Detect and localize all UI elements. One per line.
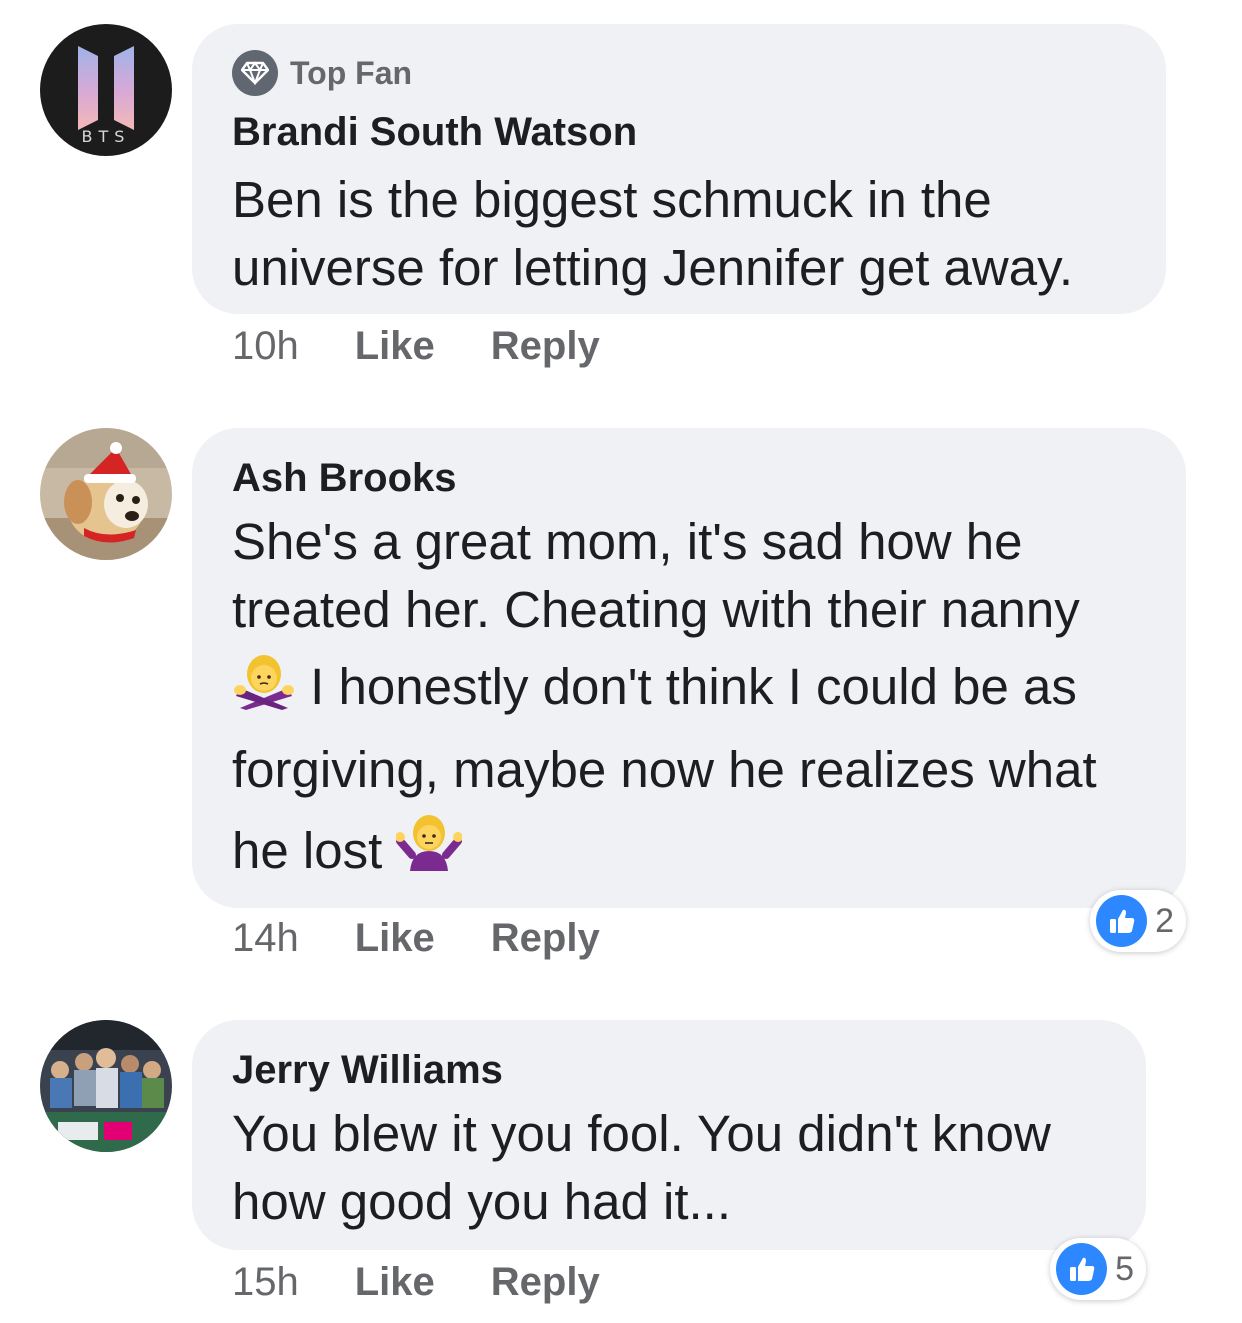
- comment-text: You blew it you fool. You didn't know ho…: [232, 1100, 1051, 1236]
- comment-author[interactable]: Jerry Williams: [232, 1048, 503, 1093]
- stadium-crowd-icon: [40, 1020, 172, 1152]
- comment-actions: 15h Like Reply: [232, 1260, 656, 1305]
- comment-3: Jerry Williams You blew it you fool. You…: [0, 0, 1242, 1323]
- thumbs-up-icon: [1056, 1243, 1108, 1295]
- avatar[interactable]: [40, 1020, 172, 1152]
- like-button[interactable]: Like: [355, 1260, 435, 1305]
- comment-line: You blew it you fool. You didn't know: [232, 1105, 1051, 1162]
- comment-line: how good you had it...: [232, 1173, 732, 1230]
- reply-button[interactable]: Reply: [491, 1260, 600, 1305]
- comment-bubble: Jerry Williams You blew it you fool. You…: [192, 1020, 1146, 1250]
- comment-time[interactable]: 15h: [232, 1260, 299, 1305]
- reaction-count: 5: [1115, 1249, 1134, 1288]
- reactions-badge[interactable]: 5: [1050, 1238, 1146, 1300]
